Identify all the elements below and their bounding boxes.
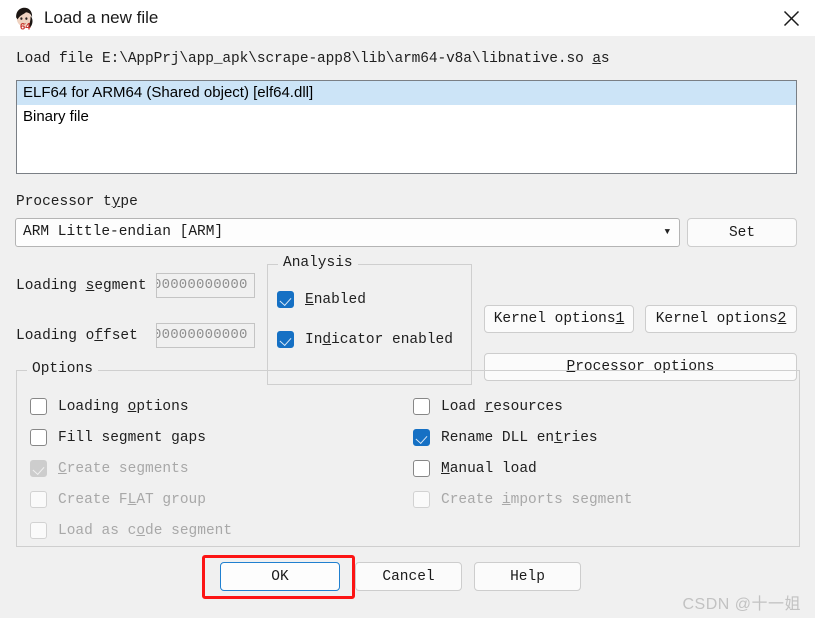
checkbox-label: Create segments: [58, 460, 189, 477]
checkbox-icon[interactable]: [277, 291, 294, 308]
checkbox-icon[interactable]: [30, 398, 47, 415]
checkbox-indicator-enabled[interactable]: Indicator enabled: [277, 331, 453, 348]
loading-segment-label: Loading segment: [16, 278, 147, 294]
checkbox-fill-segment-gaps[interactable]: Fill segment gaps: [30, 429, 206, 446]
loading-segment-label-post: egment: [94, 278, 147, 294]
loading-offset-input[interactable]: 00000000000: [156, 323, 255, 348]
checkbox-label: Enabled: [305, 291, 366, 308]
analysis-groupbox: [267, 264, 472, 385]
help-button[interactable]: Help: [474, 562, 581, 591]
checkbox-label: Load as code segment: [58, 522, 233, 539]
processor-type-select[interactable]: ARM Little-endian [ARM] ▼: [15, 218, 680, 247]
checkbox-load-resources[interactable]: Load resources: [413, 398, 563, 415]
filetype-listbox[interactable]: ELF64 for ARM64 (Shared object) [elf64.d…: [16, 80, 797, 174]
checkbox-icon: [30, 522, 47, 539]
kernel-options-1-button[interactable]: Kernel options 1: [484, 305, 634, 333]
loading-segment-value: 00000000000: [156, 277, 248, 293]
options-groupbox: [16, 370, 800, 547]
load-file-path: E:\AppPrj\app_apk\scrape-app8\lib\arm64-…: [102, 51, 584, 67]
load-new-file-dialog: 64 Load a new file Load file E:\AppPrj\a…: [0, 0, 815, 618]
checkbox-create-flat-group: Create FLAT group: [30, 491, 206, 508]
checkbox-analysis-enabled[interactable]: Enabled: [277, 291, 366, 308]
checkbox-label: Create imports segment: [441, 491, 633, 508]
loading-offset-label-post: fset: [103, 328, 138, 344]
title-bar: 64 Load a new file: [0, 0, 815, 37]
load-file-label: Load file E:\AppPrj\app_apk\scrape-app8\…: [16, 51, 610, 67]
checkbox-label: Load resources: [441, 398, 563, 415]
checkbox-icon: [413, 491, 430, 508]
loading-offset-value: 00000000000: [156, 327, 248, 343]
kernel-options-2-button[interactable]: Kernel options 2: [645, 305, 797, 333]
cancel-button[interactable]: Cancel: [355, 562, 462, 591]
checkbox-label: Rename DLL entries: [441, 429, 598, 446]
ida64-app-icon: 64: [11, 5, 37, 32]
processor-type-label: Processor type: [16, 194, 138, 210]
loading-offset-label: Loading offset: [16, 328, 138, 344]
checkbox-icon[interactable]: [413, 429, 430, 446]
checkbox-icon[interactable]: [30, 429, 47, 446]
checkbox-load-as-code-segment: Load as code segment: [30, 522, 232, 539]
checkbox-loading-options[interactable]: Loading options: [30, 398, 189, 415]
chevron-down-icon: ▼: [664, 227, 670, 237]
checkbox-label: Fill segment gaps: [58, 429, 206, 446]
svg-text:64: 64: [20, 21, 31, 31]
checkbox-icon[interactable]: [277, 331, 294, 348]
checkbox-label: Manual load: [441, 460, 537, 477]
checkbox-icon: [30, 460, 47, 477]
loading-segment-input[interactable]: 00000000000: [156, 273, 255, 298]
checkbox-label: Indicator enabled: [305, 331, 453, 348]
checkbox-label: Loading options: [58, 398, 189, 415]
load-file-suffix: s: [600, 51, 610, 67]
checkbox-create-segments: Create segments: [30, 460, 189, 477]
ok-button[interactable]: OK: [220, 562, 340, 591]
checkbox-create-imports-segment: Create imports segment: [413, 491, 632, 508]
checkbox-manual-load[interactable]: Manual load: [413, 460, 537, 477]
loading-offset-label-accel: f: [94, 328, 104, 344]
processor-label-post: pe: [120, 194, 138, 210]
list-item[interactable]: Binary file: [17, 105, 796, 129]
checkbox-icon[interactable]: [413, 460, 430, 477]
list-item[interactable]: ELF64 for ARM64 (Shared object) [elf64.d…: [17, 81, 796, 105]
watermark: CSDN @十一姐: [682, 596, 801, 613]
checkbox-icon[interactable]: [413, 398, 430, 415]
loading-offset-label-pre: Loading o: [16, 328, 95, 344]
window-title: Load a new file: [44, 8, 159, 27]
checkbox-icon: [30, 491, 47, 508]
processor-label-pre: Processor t: [16, 194, 112, 210]
analysis-group-legend: Analysis: [278, 255, 358, 271]
processor-type-value: ARM Little-endian [ARM]: [23, 224, 224, 240]
checkbox-label: Create FLAT group: [58, 491, 206, 508]
options-group-legend: Options: [27, 361, 98, 377]
dialog-body: Load file E:\AppPrj\app_apk\scrape-app8\…: [0, 36, 815, 618]
loading-segment-label-pre: Loading: [16, 278, 86, 294]
set-button[interactable]: Set: [687, 218, 797, 247]
load-file-accel: a: [592, 51, 601, 67]
load-file-prefix: Load file: [16, 51, 103, 67]
checkbox-rename-dll-entries[interactable]: Rename DLL entries: [413, 429, 598, 446]
close-icon[interactable]: [767, 0, 815, 36]
